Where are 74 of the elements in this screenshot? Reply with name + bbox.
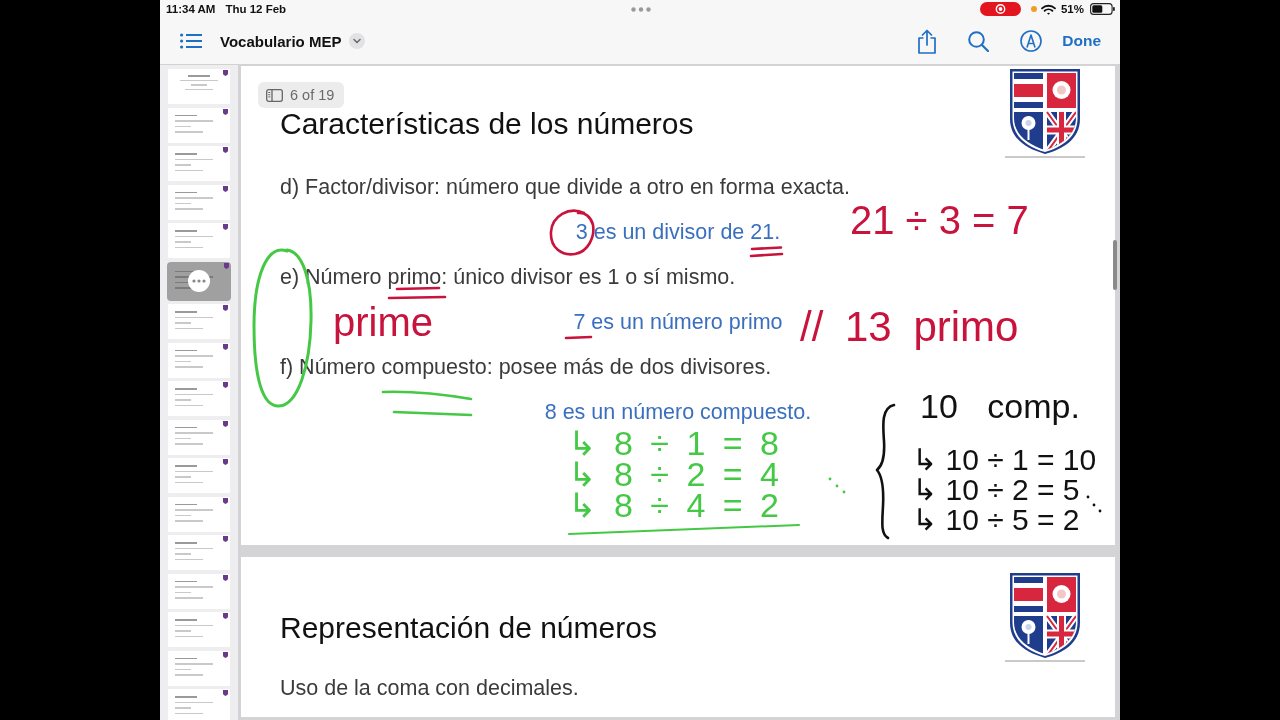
page-thumbnail[interactable]	[168, 381, 230, 416]
crest-icon	[223, 536, 228, 542]
battery-percentage: 51%	[1060, 3, 1084, 15]
handwritten-note: ↳ 8 ÷ 4 = 2	[568, 488, 779, 522]
example-text: 8 es un número compuesto.	[544, 399, 812, 425]
page-thumbnail[interactable]	[168, 223, 230, 258]
page-thumbnail[interactable]	[168, 146, 230, 181]
crest-icon	[223, 185, 228, 192]
chevron-down-icon	[349, 33, 366, 49]
double-underline	[749, 246, 784, 258]
page-thumbnail[interactable]	[168, 689, 230, 720]
example-text: 7 es un número primo	[573, 309, 783, 335]
page-thumbnail[interactable]	[168, 535, 230, 570]
indicator-dot-icon	[1030, 6, 1037, 12]
crest-icon	[223, 420, 228, 427]
search-icon[interactable]	[968, 30, 990, 52]
more-icon[interactable]	[188, 270, 210, 292]
done-button[interactable]: Done	[1062, 32, 1101, 50]
crest-icon	[223, 574, 228, 581]
crest-icon	[224, 262, 229, 269]
crest-icon	[223, 497, 228, 504]
crest-icon	[223, 651, 228, 658]
handwritten-note: ↳ 10 ÷ 1 = 10	[912, 445, 1097, 475]
document-title-button[interactable]: Vocabulario MEP	[220, 32, 366, 50]
page-thumbnail[interactable]	[168, 612, 230, 647]
scroll-indicator	[1113, 240, 1117, 290]
page-thumbnail[interactable]	[168, 69, 230, 104]
crest-icon	[223, 108, 228, 115]
page-thumbnail[interactable]	[168, 458, 230, 493]
page-title: Características de los números	[280, 107, 694, 141]
status-date: Thu 12 Feb	[225, 3, 287, 15]
crest-icon	[223, 224, 228, 230]
list-icon[interactable]	[180, 33, 202, 49]
handwritten-note: ↳ 10 ÷ 2 = 5	[912, 475, 1080, 505]
crest-icon	[1009, 572, 1081, 659]
handwritten-note: 21 ÷ 3 = 7	[850, 200, 1029, 240]
handwritten-note: ↳ 10 ÷ 5 = 2	[912, 505, 1080, 535]
wifi-icon	[1040, 3, 1056, 15]
crest-icon	[223, 690, 228, 696]
handwritten-note: prime	[333, 302, 434, 342]
example-text: 3 es un divisor de 21.	[575, 219, 781, 245]
crest-icon	[223, 305, 228, 311]
crest-icon	[223, 613, 228, 619]
handwritten-note: // 13 primo	[800, 306, 1019, 348]
handwritten-note: ↳ 8 ÷ 2 = 4	[568, 457, 779, 491]
definition-text: d) Factor/divisor: número que divide a otro en forma exacta.	[280, 174, 851, 200]
page-thumbnail[interactable]	[168, 573, 230, 609]
page-thumbnail[interactable]	[167, 261, 231, 301]
page-title: Representación de números	[280, 611, 657, 645]
underline	[564, 335, 593, 340]
handwritten-note: 10 comp.	[920, 389, 1080, 423]
page-thumbnail[interactable]	[168, 184, 230, 220]
definition-text: Uso de la coma con decimales.	[280, 675, 579, 701]
share-icon[interactable]	[917, 28, 938, 54]
page-number-label: 6 of 19	[290, 87, 335, 103]
page-thumbnail[interactable]	[168, 107, 230, 143]
page-thumbnail[interactable]	[168, 304, 230, 339]
pen-circle-icon[interactable]	[1020, 30, 1043, 52]
dots-icon	[828, 477, 846, 494]
sidebar-icon	[266, 88, 283, 102]
page-thumbnail[interactable]	[168, 342, 230, 378]
more-dots-icon[interactable]	[630, 6, 651, 12]
dots-icon	[1086, 495, 1102, 513]
crest-icon	[223, 382, 228, 388]
page-thumbnail[interactable]	[168, 496, 230, 532]
page-thumbnail[interactable]	[168, 419, 230, 455]
status-time: 11:34 AM	[166, 3, 216, 15]
crest-icon	[223, 459, 228, 465]
handwritten-note: ↳ 8 ÷ 1 = 8	[568, 426, 779, 460]
crest-icon	[223, 343, 228, 350]
crest-icon	[223, 70, 228, 76]
battery-icon	[1090, 3, 1115, 15]
page-thumbnail[interactable]	[168, 650, 230, 686]
crest-icon	[223, 147, 228, 153]
